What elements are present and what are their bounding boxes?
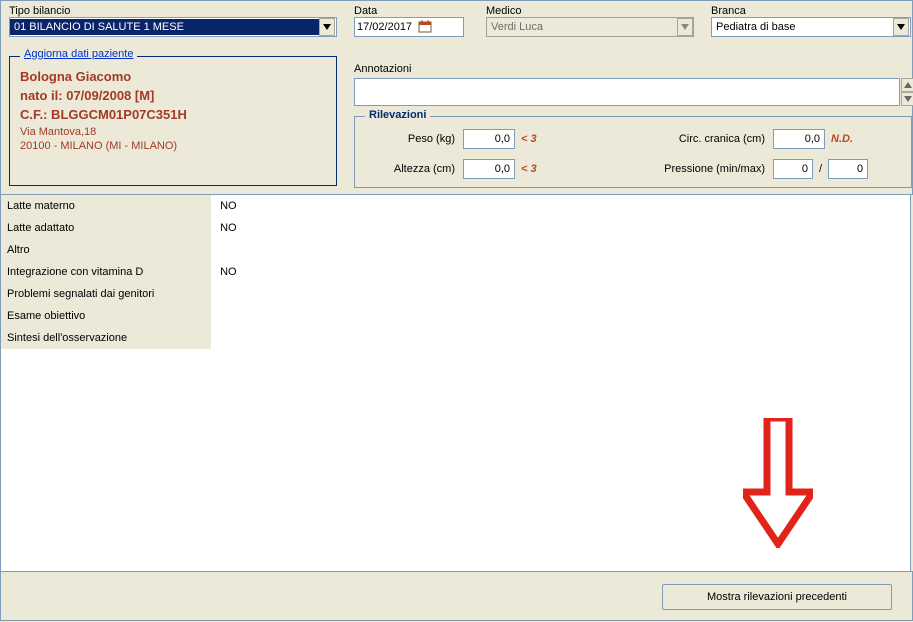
circ-ref: N.D.	[831, 133, 853, 145]
patient-birth: nato il: 07/09/2008 [M]	[20, 88, 326, 103]
rilevazioni-legend: Rilevazioni	[365, 109, 430, 121]
peso-ref: < 3	[521, 133, 537, 145]
list-item[interactable]: Altro	[1, 239, 211, 261]
pressione-min-input[interactable]	[773, 159, 813, 179]
annotazioni-label: Annotazioni	[354, 63, 412, 75]
list-value[interactable]: NO	[214, 195, 274, 217]
update-patient-link[interactable]: Aggiorna dati paziente	[20, 48, 137, 60]
medico-select[interactable]: Verdi Luca	[486, 17, 694, 37]
tipo-bilancio-select[interactable]: 01 BILANCIO DI SALUTE 1 MESE	[9, 17, 337, 37]
pressione-sep: /	[819, 163, 822, 175]
list-item[interactable]: Integrazione con vitamina D	[1, 261, 211, 283]
list-value[interactable]	[214, 327, 274, 349]
show-previous-button[interactable]: Mostra rilevazioni precedenti	[662, 584, 892, 610]
bottom-bar: Mostra rilevazioni precedenti	[0, 571, 913, 621]
data-input[interactable]: 17/02/2017	[354, 17, 464, 37]
data-label: Data	[354, 5, 464, 17]
circ-input[interactable]	[773, 129, 825, 149]
patient-cf: C.F.: BLGGCM01P07C351H	[20, 107, 326, 122]
tipo-bilancio-value: 01 BILANCIO DI SALUTE 1 MESE	[10, 19, 319, 35]
list-item[interactable]: Latte adattato	[1, 217, 211, 239]
patient-city: 20100 - MILANO (MI - MILANO)	[20, 140, 326, 152]
peso-input[interactable]	[463, 129, 515, 149]
list-value[interactable]	[214, 239, 274, 261]
patient-address: Via Mantova,18	[20, 126, 326, 138]
medico-value: Verdi Luca	[487, 19, 677, 35]
list-item[interactable]: Problemi segnalati dai genitori	[1, 283, 211, 305]
list-item[interactable]: Latte materno	[1, 195, 211, 217]
patient-name: Bologna Giacomo	[20, 69, 326, 84]
dropdown-icon[interactable]	[893, 18, 909, 36]
circ-label: Circ. cranica (cm)	[635, 133, 765, 145]
observation-labels-col: Latte materno Latte adattato Altro Integ…	[1, 195, 211, 349]
observation-values-col: NO NO NO	[214, 195, 274, 349]
altezza-ref: < 3	[521, 163, 537, 175]
list-value[interactable]	[214, 283, 274, 305]
dropdown-icon[interactable]	[319, 18, 335, 36]
patient-fieldset: Aggiorna dati paziente Bologna Giacomo n…	[9, 56, 337, 186]
branca-label: Branca	[711, 5, 911, 17]
dropdown-icon[interactable]	[677, 18, 693, 36]
rilevazioni-fieldset: Rilevazioni Peso (kg) < 3 Altezza (cm) <…	[354, 116, 912, 188]
list-item[interactable]: Sintesi dell'osservazione	[1, 327, 211, 349]
tipo-bilancio-label: Tipo bilancio	[9, 5, 337, 17]
list-value[interactable]	[214, 305, 274, 327]
altezza-label: Altezza (cm)	[365, 163, 455, 175]
spinner-down[interactable]	[901, 92, 913, 106]
list-value[interactable]: NO	[214, 261, 274, 283]
annotazioni-spinner	[901, 78, 913, 106]
list-item[interactable]: Esame obiettivo	[1, 305, 211, 327]
medico-label: Medico	[486, 5, 694, 17]
calendar-icon[interactable]	[418, 19, 432, 36]
spinner-up[interactable]	[901, 78, 913, 92]
pressione-max-input[interactable]	[828, 159, 868, 179]
annotazioni-input[interactable]	[354, 78, 900, 106]
pressione-label: Pressione (min/max)	[635, 163, 765, 175]
top-panel: Tipo bilancio 01 BILANCIO DI SALUTE 1 ME…	[0, 0, 913, 195]
peso-label: Peso (kg)	[365, 133, 455, 145]
data-value: 17/02/2017	[357, 21, 412, 33]
branca-select[interactable]: Pediatra di base	[711, 17, 911, 37]
branca-value: Pediatra di base	[712, 19, 893, 35]
altezza-input[interactable]	[463, 159, 515, 179]
list-value[interactable]: NO	[214, 217, 274, 239]
observation-list: Latte materno Latte adattato Altro Integ…	[0, 195, 911, 571]
